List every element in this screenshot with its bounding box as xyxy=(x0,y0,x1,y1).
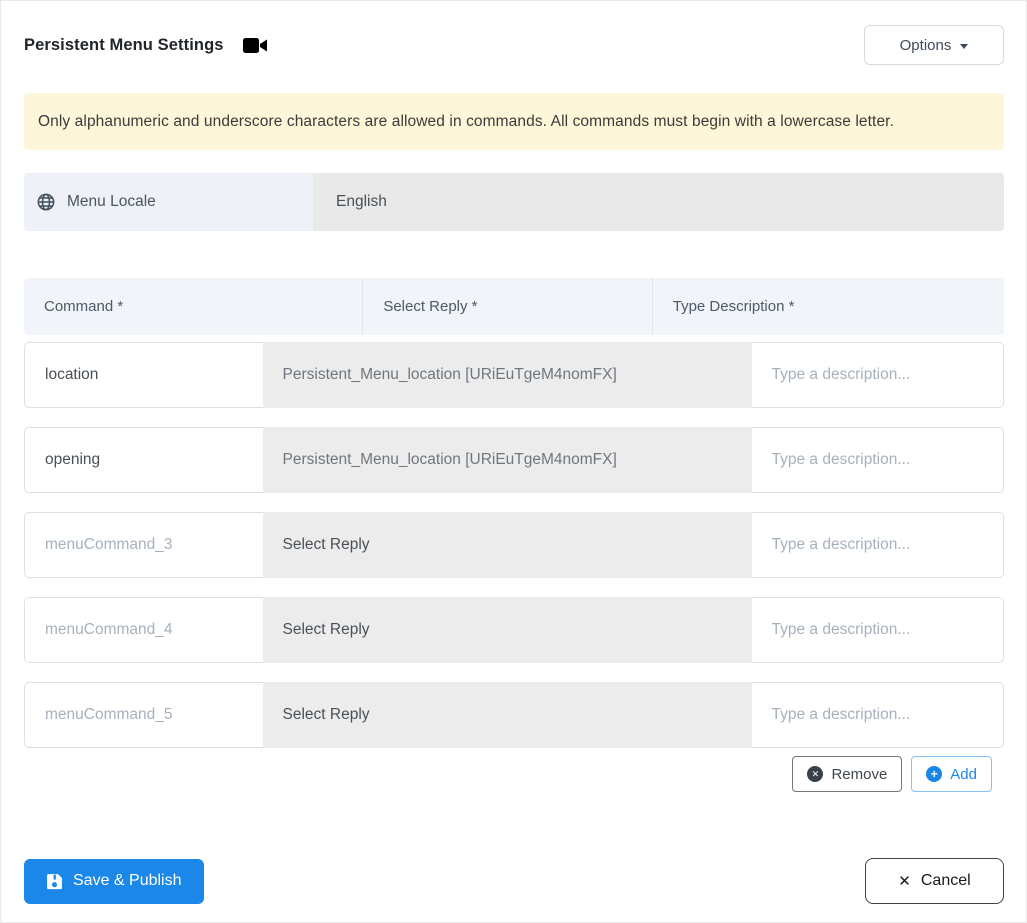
options-button-label: Options xyxy=(899,36,952,54)
reply-select[interactable]: Persistent_Menu_location [URiEuTgeM4nomF… xyxy=(262,342,752,408)
description-input[interactable] xyxy=(751,512,1005,578)
reply-select[interactable]: Select Reply xyxy=(262,682,752,748)
table-header-row: Command * Select Reply * Type Descriptio… xyxy=(24,278,1004,335)
remove-button-label: Remove xyxy=(831,765,888,783)
command-rows: Persistent_Menu_location [URiEuTgeM4nomF… xyxy=(24,342,1005,748)
add-button-label: Add xyxy=(950,765,977,783)
remove-circle-icon: ✕ xyxy=(807,766,824,782)
chevron-down-icon xyxy=(960,43,969,49)
reply-select[interactable]: Select Reply xyxy=(262,512,752,578)
persistent-menu-settings-panel: Persistent Menu Settings Options Only al… xyxy=(0,0,1027,923)
column-header-command: Command * xyxy=(44,298,124,315)
menu-locale-label-text: Menu Locale xyxy=(67,193,156,210)
menu-locale-value-input xyxy=(313,173,1004,231)
save-publish-label: Save & Publish xyxy=(73,872,182,889)
table-row: Select Reply xyxy=(24,682,1005,748)
description-input[interactable] xyxy=(751,427,1005,493)
page-title: Persistent Menu Settings xyxy=(24,35,224,54)
globe-icon xyxy=(37,193,55,211)
menu-locale-label: Menu Locale xyxy=(24,173,313,231)
warning-banner: Only alphanumeric and underscore charact… xyxy=(24,93,1004,150)
reply-select[interactable]: Persistent_Menu_location [URiEuTgeM4nomF… xyxy=(262,427,752,493)
cancel-x-icon: ✕ xyxy=(898,873,911,890)
save-icon xyxy=(46,873,63,890)
description-input[interactable] xyxy=(751,342,1005,408)
column-header-type-description: Type Description * xyxy=(651,278,1004,335)
add-row-button[interactable]: + Add xyxy=(911,756,992,792)
cancel-button[interactable]: ✕ Cancel xyxy=(865,858,1004,904)
warning-banner-text: Only alphanumeric and underscore charact… xyxy=(38,112,894,130)
command-input[interactable] xyxy=(24,512,263,578)
command-input[interactable] xyxy=(24,682,263,748)
description-input[interactable] xyxy=(751,597,1005,663)
menu-locale-group: Menu Locale xyxy=(24,173,1004,231)
command-input[interactable] xyxy=(24,427,263,493)
description-input[interactable] xyxy=(751,682,1005,748)
row-actions: ✕ Remove + Add xyxy=(24,756,1004,792)
table-row: Select Reply xyxy=(24,512,1005,578)
table-row: Persistent_Menu_location [URiEuTgeM4nomF… xyxy=(24,427,1005,493)
panel-header: Persistent Menu Settings Options xyxy=(24,1,1004,65)
save-publish-button[interactable]: Save & Publish xyxy=(24,858,204,904)
table-row: Persistent_Menu_location [URiEuTgeM4nomF… xyxy=(24,342,1005,408)
command-input[interactable] xyxy=(24,597,263,663)
remove-row-button[interactable]: ✕ Remove xyxy=(792,756,903,792)
command-input[interactable] xyxy=(24,342,263,408)
add-circle-icon: + xyxy=(926,766,943,782)
table-row: Select Reply xyxy=(24,597,1005,663)
panel-footer: Save & Publish ✕ Cancel xyxy=(24,858,1004,904)
reply-select[interactable]: Select Reply xyxy=(262,597,752,663)
video-camera-icon xyxy=(242,37,268,54)
column-header-select-reply: Select Reply * xyxy=(362,278,651,335)
cancel-button-label: Cancel xyxy=(920,872,971,889)
options-button[interactable]: Options xyxy=(864,25,1004,65)
